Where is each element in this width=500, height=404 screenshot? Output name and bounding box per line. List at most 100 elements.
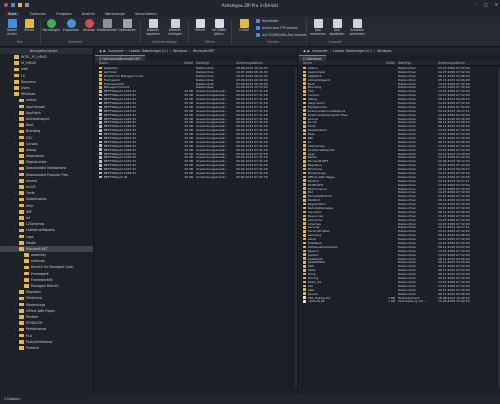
add-button[interactable]: Hinzufügen [40,19,62,33]
folder-icon [19,346,24,350]
folder-icon [19,179,24,183]
open-in-editor-button[interactable]: Im Editor öffnen [208,19,230,36]
send-ftp-button[interactable]: Archiv zum FTP senden [256,26,298,30]
file-row[interactable]: _default.pif 1 KB Verknüpfung mit ... 11.06… [299,299,500,303]
copy-files-icon [148,19,158,28]
column-type[interactable]: Dateityp [193,61,233,65]
back-icon[interactable]: ◀ [99,49,101,53]
folder-icon [19,160,24,165]
folder-icon [19,308,24,313]
folder-icon [24,278,29,282]
breadcrumb-separator: › [189,49,191,53]
folder-icon [19,222,24,226]
column-date[interactable]: Änderungsdatum [435,61,487,65]
optimize-button[interactable]: Optimieren [116,19,138,33]
maximize-button[interactable]: □ [484,2,488,7]
tab-verschieben[interactable]: Verschieben [135,12,157,16]
tree-item-label: Downloaded Program Files [26,172,69,177]
status-bar: 1 Dateien [0,394,500,404]
folder-icon [19,123,24,127]
group-label: Standard [67,40,83,44]
folder-icon [19,98,24,103]
breadcrumb-item[interactable]: Microsoft.NET [193,49,215,53]
tree-item-label: AppPatch [26,110,41,115]
folder-icon [19,247,24,251]
deselect-all-button[interactable]: Alle abwählen [326,19,348,36]
file-name: NETFXRepair.dll [103,174,128,179]
paste-files-button[interactable]: Dateien einfügen [164,19,186,36]
file-pane-right: ◀ ▶ Computer › Lokaler Datenträger (C:) › … [299,48,500,393]
breadcrumb-item[interactable]: Windows [173,49,187,53]
forward-icon[interactable]: ▶ [307,49,309,53]
forward-icon[interactable]: ▶ [103,49,105,53]
tree-item-label: diagnostics [26,154,45,159]
folder-tree: › INTEL_PC_HDVD › IS_VHDLE › Intel › LS › Recover… [0,54,93,351]
breadcrumb-item[interactable]: Lokaler Datenträger (C:) [333,49,372,53]
folder-icon [19,234,24,239]
close-button[interactable]: ✕ [495,2,498,7]
column-date[interactable]: Änderungsdatum [233,61,283,65]
breadcrumb-item[interactable]: Computer [108,49,124,53]
column-type[interactable]: Dateityp [395,61,435,65]
breadcrumb-separator: › [125,49,128,53]
select-all-icon [313,19,323,28]
tree-item-label: Help [26,203,34,208]
folder-icon [19,240,24,245]
invert-selection-icon [352,19,362,28]
tree-item-label: en-US [26,185,36,190]
group-label: Auswahl [328,40,342,44]
column-size[interactable]: Größe [377,61,395,65]
extract-icon [66,19,76,28]
folder-icon [19,110,24,115]
tree-item-label: Framework64 [31,277,53,282]
tree-item-label: PolicyDefinitions [26,339,53,344]
window-controls: – □ ✕ [475,2,498,7]
breadcrumb-item[interactable]: Computer [312,49,328,53]
folder-icon [14,55,19,59]
column-size[interactable]: Größe [175,61,193,65]
scrollbar[interactable] [295,68,297,388]
tree-item-label: DigitalLocker [26,160,47,165]
tree-item[interactable]: › Prefetch [0,345,93,351]
upload-button[interactable]: Hochladen [256,19,278,23]
tree-item-label: CSC [26,135,33,140]
breadcrumb-item[interactable]: Windows [377,49,391,53]
tab-werkzeuge[interactable]: Werkzeuge [105,12,125,16]
folder-icon [19,302,24,307]
rename-icon [102,19,112,28]
back-icon[interactable]: ◀ [303,49,305,53]
file-row[interactable]: NETFXRepair.dll 20 KB Anwendungserweit... 2… [95,175,297,179]
invert-selection-button[interactable]: Auswahl umkehren [346,19,368,36]
folder-icon [19,154,24,158]
minimize-button[interactable]: – [475,2,477,7]
tree-item-label: LiveKernelReports [26,228,55,233]
burn-disc-button[interactable]: Auf CD/DVD/Blu-Ray brennen [256,33,307,37]
breadcrumb-separator: › [373,49,376,53]
folder-icon [19,197,24,202]
status-text: 1 Dateien [4,397,21,401]
folder-icon [19,135,24,140]
column-name[interactable]: Name [95,61,175,65]
tree-item-label: authman [31,259,46,264]
tab-start[interactable]: Start [5,11,20,16]
tab-freigabe[interactable]: Freigabe [56,12,71,16]
ribbon-separator [140,20,141,44]
open-button[interactable]: Öffnen [18,19,40,33]
title-bar: Ashampoo ZIP Pro 3 (64-bit) – □ ✕ [0,0,500,10]
breadcrumb-item[interactable]: Lokaler Datenträger (C:) [129,49,168,53]
tree-item-label: Prefetch [26,345,40,350]
folder-icon [19,117,24,121]
tree-item-label: Microsoft.NET [26,246,48,251]
folder-icon [19,321,24,325]
tab-optionen[interactable]: Optionen [30,12,46,16]
column-name[interactable]: Name [299,61,377,65]
copy-files-button[interactable]: Dateien kopieren [142,19,164,36]
new-archive-icon [7,19,17,28]
tab-ansicht[interactable]: Ansicht [82,12,95,16]
window-title: Ashampoo ZIP Pro 3 (64-bit) [221,2,279,8]
folder-icon [19,327,24,332]
rename-button[interactable]: Umbenennen [96,19,118,33]
tree-item-label: assembly [31,253,47,258]
file-date: 11.06.2009 23:42:20 [438,299,470,304]
email-button[interactable]: E-Mail [233,19,255,33]
